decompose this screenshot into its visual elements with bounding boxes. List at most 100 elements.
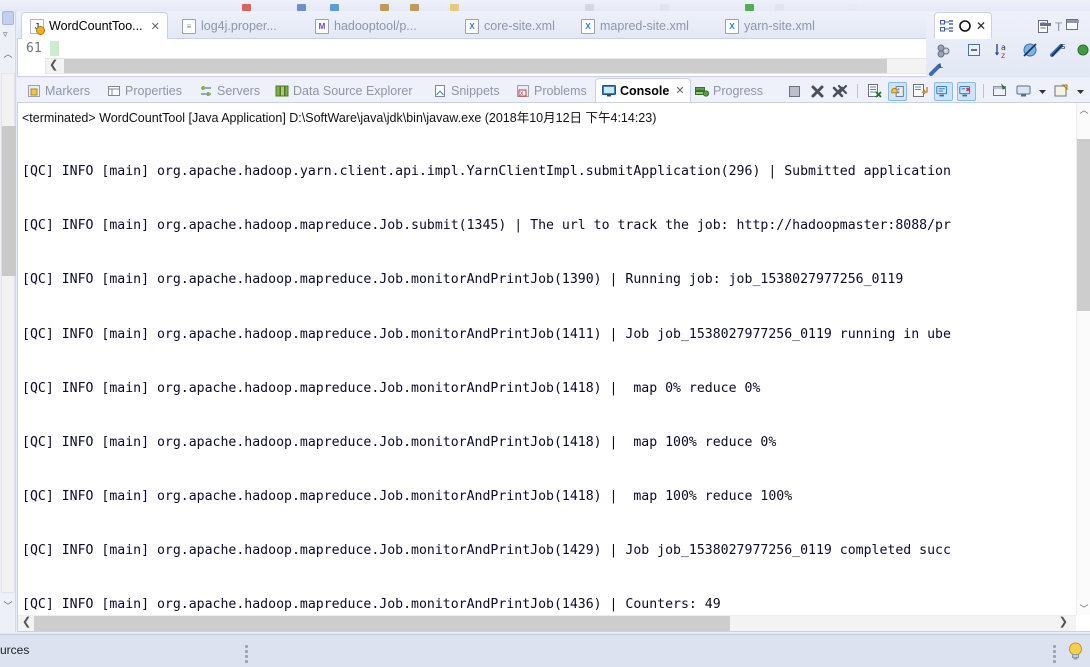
toolbar-icon-folder2[interactable] bbox=[410, 4, 419, 11]
rail-scrollbar-track[interactable] bbox=[1, 73, 16, 593]
tab-markers[interactable]: Markers bbox=[21, 80, 96, 102]
editor-tab-close-icon[interactable]: ✕ bbox=[151, 20, 160, 33]
hide-fields-icon[interactable] bbox=[1076, 43, 1090, 61]
tab-label: Markers bbox=[45, 84, 91, 98]
tab-outline[interactable]: ✕ bbox=[934, 12, 993, 39]
editor-tab-mapred-site[interactable]: X mapred-site.xml bbox=[573, 13, 697, 39]
terminate-icon[interactable] bbox=[785, 82, 804, 101]
remove-all-terminated-icon[interactable] bbox=[831, 82, 850, 101]
tab-label: Properties bbox=[125, 84, 182, 98]
remove-launch-icon[interactable] bbox=[808, 82, 827, 101]
console-horizontal-scrollbar[interactable]: ❮ ❯ bbox=[18, 615, 1076, 631]
console-line: [QC] INFO [main] org.apache.hadoop.mapre… bbox=[22, 380, 761, 396]
hide-local-types-icon[interactable]: L bbox=[928, 61, 946, 79]
word-wrap-icon[interactable] bbox=[911, 82, 930, 101]
toolbar-icon-debug[interactable] bbox=[297, 4, 306, 11]
svg-text:x: x bbox=[520, 90, 524, 97]
toolbar-icon-green[interactable] bbox=[745, 4, 754, 11]
editor-hscroll-thumb[interactable] bbox=[64, 59, 887, 73]
console-terminated-header: <terminated> WordCountTool [Java Applica… bbox=[22, 111, 657, 125]
editor-tab-label: yarn-site.xml bbox=[744, 19, 815, 33]
scroll-down-icon[interactable]: ﹀ bbox=[1077, 602, 1090, 615]
scroll-right-icon[interactable]: ❯ bbox=[1059, 615, 1068, 628]
tab-snippets[interactable]: Snippets bbox=[427, 80, 506, 102]
tab-label: Console bbox=[620, 83, 670, 98]
quick-fix-bulb-icon[interactable] bbox=[1067, 641, 1084, 662]
rail-scroll-down-icon[interactable]: ﹀ bbox=[2, 599, 14, 612]
display-selected-console-icon[interactable] bbox=[1014, 82, 1033, 101]
toolbar-icon-window[interactable] bbox=[660, 4, 669, 11]
eclipse-window: ▿ ︿ ﹀ J WordCountToo... ✕ ≡ log4j.proper… bbox=[0, 0, 1090, 667]
rail-restore-button[interactable] bbox=[2, 11, 14, 25]
show-console-on-error-icon[interactable] bbox=[957, 81, 976, 101]
collapse-all-icon[interactable] bbox=[966, 43, 984, 61]
console-line: [QC] INFO [main] org.apache.hadoop.mapre… bbox=[22, 488, 793, 504]
console-close-icon[interactable]: ✕ bbox=[675, 84, 684, 97]
rail-scrollbar-thumb[interactable] bbox=[2, 126, 16, 276]
tab-label: Problems bbox=[534, 84, 587, 98]
hide-nonpublic-icon[interactable] bbox=[1022, 42, 1040, 60]
left-perspective-rail: ▿ ︿ ﹀ bbox=[0, 11, 16, 632]
console-icon bbox=[602, 84, 616, 98]
tab-servers[interactable]: Servers bbox=[193, 80, 266, 102]
outline-minimize-button[interactable] bbox=[1038, 18, 1054, 32]
circle-o-icon bbox=[958, 19, 972, 33]
outline-icon bbox=[940, 19, 954, 33]
console-output[interactable]: [QC] INFO [main] org.apache.hadoop.yarn.… bbox=[22, 127, 1076, 613]
open-console-icon[interactable] bbox=[1052, 82, 1071, 101]
display-selected-console-dropdown-icon[interactable] bbox=[1037, 82, 1048, 101]
editor-text-area[interactable]: 61 ▲⤢ ❮ ❯ bbox=[17, 39, 1026, 77]
outline-maximize-button[interactable] bbox=[1064, 18, 1080, 32]
editor-tab-core-site[interactable]: X core-site.xml bbox=[457, 13, 563, 39]
open-console-dropdown-icon[interactable] bbox=[1075, 82, 1086, 101]
svg-text:z: z bbox=[1001, 51, 1005, 59]
toolbar-icon-new[interactable] bbox=[450, 4, 459, 11]
scroll-up-icon[interactable]: ︿ bbox=[1077, 103, 1090, 116]
hide-static-icon[interactable]: S bbox=[1050, 42, 1068, 60]
tab-progress[interactable]: Progress bbox=[689, 80, 769, 102]
editor-horizontal-scrollbar[interactable]: ❮ ❯ bbox=[45, 58, 981, 74]
editor-caret-highlight bbox=[50, 41, 59, 56]
console-line: [QC] INFO [main] org.apache.hadoop.mapre… bbox=[22, 326, 951, 342]
rail-scroll-up-icon[interactable]: ︿ bbox=[2, 47, 14, 60]
rail-dropdown-icon[interactable]: ▿ bbox=[3, 29, 8, 39]
outline-close-icon[interactable]: ✕ bbox=[976, 19, 986, 33]
sort-members-icon[interactable] bbox=[936, 43, 954, 61]
main-toolbar[interactable] bbox=[0, 0, 1090, 11]
tab-problems[interactable]: x Problems bbox=[510, 80, 593, 102]
tab-properties[interactable]: Properties bbox=[101, 80, 188, 102]
tab-label: Snippets bbox=[451, 84, 500, 98]
console-hscroll-thumb[interactable] bbox=[34, 616, 730, 631]
console-toolbar bbox=[785, 79, 1090, 103]
editor-tab-yarn-site[interactable]: X yarn-site.xml bbox=[717, 13, 823, 39]
scroll-left-icon[interactable]: ❮ bbox=[22, 615, 31, 628]
toolbar-icon-run[interactable] bbox=[330, 4, 339, 11]
scroll-left-icon[interactable]: ❮ bbox=[49, 58, 58, 71]
console-vscroll-thumb[interactable] bbox=[1077, 139, 1090, 311]
toolbar-icon-grey[interactable] bbox=[775, 4, 784, 11]
datasource-icon bbox=[275, 84, 289, 98]
toolbar-separator bbox=[857, 84, 858, 98]
editor-tab-log4j[interactable]: ≡ log4j.proper... bbox=[174, 13, 285, 39]
xml-file-icon: X bbox=[465, 18, 479, 34]
markers-icon bbox=[27, 84, 41, 98]
editor-line-number: 61 bbox=[26, 41, 42, 56]
console-line: [QC] INFO [main] org.apache.hadoop.yarn.… bbox=[22, 164, 951, 180]
editor-tab-label: log4j.proper... bbox=[201, 19, 277, 33]
toolbar-icon-save[interactable] bbox=[242, 4, 251, 11]
editor-tab-wordcounttool[interactable]: J WordCountToo... ✕ bbox=[21, 12, 168, 40]
toolbar-icon-last[interactable] bbox=[848, 4, 857, 11]
toolbar-icon-search[interactable] bbox=[585, 4, 594, 11]
clear-console-icon[interactable] bbox=[865, 82, 884, 101]
editor-tab-hadooptool-pom[interactable]: M hadooptool/p... bbox=[307, 13, 425, 39]
tab-label: Servers bbox=[217, 84, 261, 98]
toolbar-icon-folder1[interactable] bbox=[380, 4, 389, 11]
show-console-on-output-icon[interactable] bbox=[934, 81, 953, 101]
console-vertical-scrollbar[interactable]: ︿ ﹀ bbox=[1076, 103, 1090, 615]
tab-console[interactable]: Console ✕ bbox=[595, 78, 691, 102]
console-view-stack: Markers Properties Servers Data Source E… bbox=[17, 78, 1090, 632]
pin-console-icon[interactable] bbox=[991, 82, 1010, 101]
sort-az-icon[interactable]: a z bbox=[994, 42, 1012, 60]
tab-data-source-explorer[interactable]: Data Source Explorer bbox=[269, 80, 419, 102]
scroll-lock-icon[interactable] bbox=[888, 81, 907, 101]
